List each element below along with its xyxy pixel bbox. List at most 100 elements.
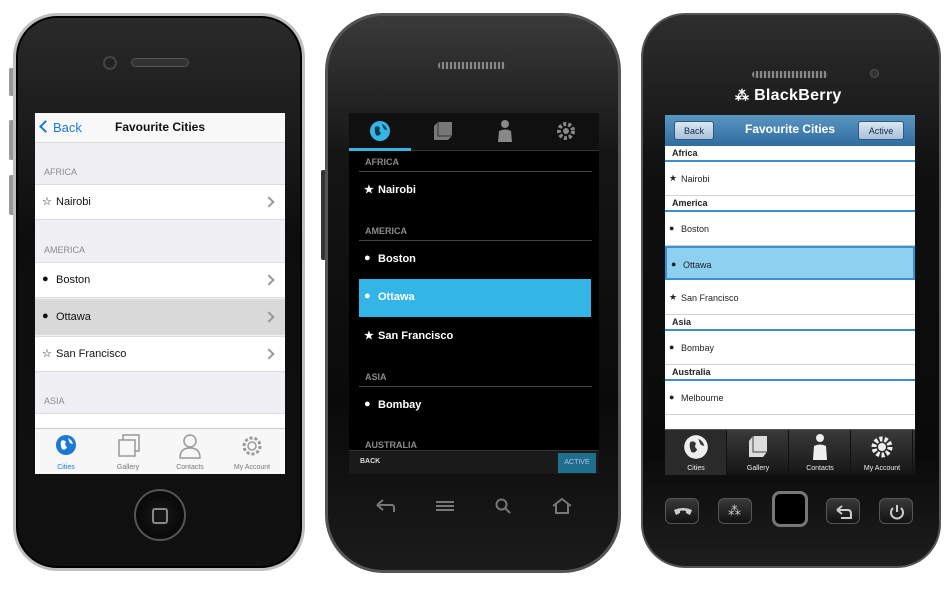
android-tab-gear[interactable] (535, 113, 597, 151)
menu-key[interactable]: ⁂ (718, 498, 752, 524)
section-header-america: America (665, 196, 915, 212)
power-icon (890, 505, 904, 520)
globe-icon (56, 435, 76, 455)
globe-icon: ● (669, 392, 675, 402)
brand-name: BlackBerry (754, 87, 842, 104)
list-item-san-francisco[interactable]: ★ San Francisco (359, 318, 591, 356)
iphone-page-title: Favourite Cities (114, 120, 206, 134)
chevron-right-icon (263, 196, 275, 208)
section-header-australia: Australia (665, 365, 915, 381)
list-item-ottawa[interactable]: ● Ottawa (359, 279, 591, 317)
gear-icon (871, 436, 893, 458)
android-back-button[interactable]: BACK (360, 458, 380, 465)
list-item-label: San Francisco (378, 330, 454, 342)
list-item-boston[interactable]: ● Boston (665, 212, 915, 246)
list-item-label: San Francisco (681, 293, 739, 303)
section-header-america: AMERICA (365, 226, 407, 236)
android-tab-globe[interactable] (349, 113, 411, 151)
globe-icon: ● (364, 252, 371, 264)
section-header-africa: AFRICA (365, 157, 399, 167)
star-icon: ★ (364, 184, 374, 196)
list-item-ottawa[interactable]: ● Ottawa (35, 299, 285, 335)
android-tab-person[interactable] (473, 113, 535, 151)
android-tab-gallery[interactable] (411, 113, 473, 151)
gallery-icon (118, 434, 140, 457)
chevron-right-icon (263, 274, 275, 286)
list-item-label: Bombay (378, 399, 422, 411)
list-item-nairobi[interactable]: ★ Nairobi (665, 162, 915, 196)
list-item-label: Ottawa (56, 311, 91, 323)
gear-icon (557, 122, 575, 140)
list-item-label: Nairobi (681, 174, 710, 184)
list-item-boston[interactable]: ● Boston (35, 262, 285, 298)
star-icon: ☆ (42, 196, 52, 208)
list-item-label: Boston (378, 253, 416, 265)
iphone-nav-bar: Back Favourite Cities (35, 113, 285, 143)
android-tab-bar (349, 113, 599, 151)
blackberry-active-button[interactable]: Active (858, 121, 904, 140)
blackberry-back-button[interactable]: Back (674, 121, 714, 140)
trackpad[interactable] (772, 491, 808, 527)
end-call-key[interactable] (879, 498, 913, 524)
list-item-boston[interactable]: ● Boston (359, 241, 591, 279)
person-icon (813, 434, 827, 460)
blackberry-screen: Favourite Cities Back Active Africa ★ Na… (665, 115, 915, 475)
section-header-asia: ASIA (44, 396, 65, 406)
menu-icon[interactable] (435, 500, 455, 512)
home-icon[interactable] (552, 498, 572, 514)
star-icon: ☆ (42, 348, 52, 360)
iphone-screen: Back Favourite Cities AFRICA ☆ Nairobi A… (35, 113, 285, 474)
blackberry-tab-bar: Cities Gallery Contacts My Account (665, 429, 915, 475)
back-arrow-icon[interactable] (375, 499, 395, 513)
person-icon (498, 120, 512, 142)
list-item-bombay[interactable]: ● Bombay (359, 387, 591, 425)
home-square-icon (152, 508, 168, 524)
iphone-tab-bar: Cities Gallery Contacts My Account (35, 428, 285, 474)
list-item-label: Boston (56, 274, 91, 286)
list-item-san-francisco[interactable]: ☆ San Francisco (35, 336, 285, 372)
list-item-ottawa[interactable]: ● Ottawa (665, 246, 915, 280)
tab-label: Cities (687, 465, 705, 472)
tab-my-account[interactable]: My Account (221, 429, 283, 474)
star-icon: ★ (364, 330, 374, 342)
list-item-label: Bombay (681, 343, 715, 353)
person-icon (179, 434, 201, 459)
android-active-button[interactable]: ACTIVE (558, 453, 596, 473)
blackberry-header: Favourite Cities Back Active (665, 115, 915, 146)
call-key[interactable] (665, 498, 699, 524)
blackberry-camera (870, 69, 879, 78)
iphone-camera (103, 56, 117, 70)
tab-label: Gallery (116, 464, 140, 471)
globe-icon: ● (42, 273, 49, 285)
list-item-bombay[interactable]: ● Bombay (665, 331, 915, 365)
phone-icon (674, 508, 692, 515)
globe-icon: ● (671, 259, 677, 269)
tab-label: Contacts (176, 464, 204, 471)
list-item-label: Ottawa (683, 260, 712, 270)
section-header-africa: AFRICA (44, 167, 78, 177)
section-header-america: AMERICA (44, 245, 86, 255)
blackberry-menu-icon: ⁂ (728, 503, 741, 518)
chevron-right-icon (263, 348, 275, 360)
tab-label: Cities (57, 464, 75, 471)
tab-my-account[interactable]: My Account (851, 430, 913, 475)
list-item-nairobi[interactable]: ☆ Nairobi (35, 184, 285, 220)
tab-label: My Account (233, 464, 271, 471)
globe-icon: ● (669, 223, 675, 233)
iphone-speaker (131, 58, 189, 67)
globe-icon (684, 435, 708, 459)
back-key[interactable] (826, 498, 860, 524)
tab-cities[interactable]: Cities (35, 429, 97, 474)
tab-contacts[interactable]: Contacts (159, 429, 221, 474)
tab-cities[interactable]: Cities (665, 430, 727, 475)
list-item-label: Boston (681, 224, 710, 234)
list-item-san-francisco[interactable]: ★ San Francisco (665, 281, 915, 315)
search-icon[interactable] (495, 498, 511, 514)
list-item-nairobi[interactable]: ★ Nairobi (359, 172, 591, 210)
tab-gallery[interactable]: Gallery (727, 430, 789, 475)
list-item-melbourne[interactable]: ● Melbourne (665, 381, 915, 415)
tab-gallery[interactable]: Gallery (97, 429, 159, 474)
android-screen: AFRICA ★ Nairobi AMERICA ● Boston ● Otta… (349, 113, 599, 474)
tab-label: My Account (863, 465, 901, 472)
tab-contacts[interactable]: Contacts (789, 430, 851, 475)
